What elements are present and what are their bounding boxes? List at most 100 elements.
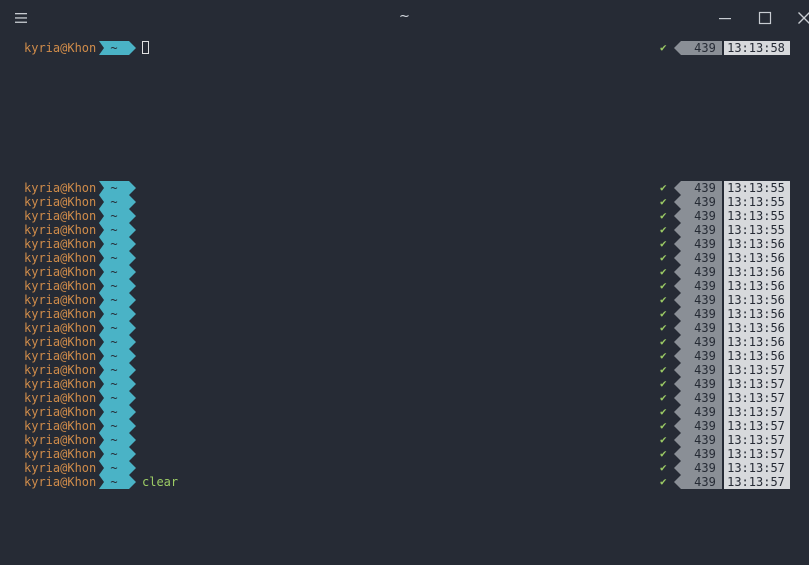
- prompt-dir: ~: [110, 335, 118, 349]
- prompt-user: kyria@Khon: [24, 349, 97, 363]
- prompt-dir: ~: [110, 41, 118, 55]
- status-check-icon: ✔: [660, 251, 667, 264]
- status-check-icon: ✔: [660, 237, 667, 250]
- history-number: 439: [694, 377, 716, 391]
- history-number: 439: [694, 447, 716, 461]
- prompt-user: kyria@Khon: [24, 321, 97, 335]
- history-number: 439: [694, 293, 716, 307]
- status-check-icon: ✔: [660, 335, 667, 348]
- history-line: kyria@Khon ~ ✔ 439 13:13:57: [0, 405, 809, 419]
- prompt-user: kyria@Khon: [24, 475, 97, 489]
- prompt-dir: ~: [110, 307, 118, 321]
- line-time: 13:13:57: [727, 377, 785, 391]
- prompt-dir: ~: [110, 419, 118, 433]
- maximize-icon[interactable]: [758, 11, 772, 25]
- history-number: 439: [694, 349, 716, 363]
- line-time: 13:13:56: [727, 237, 785, 251]
- line-time: 13:13:57: [727, 363, 785, 377]
- prompt-dir: ~: [110, 349, 118, 363]
- prompt-dir: ~: [110, 251, 118, 265]
- prompt-user: kyria@Khon: [24, 447, 97, 461]
- line-time: 13:13:57: [727, 419, 785, 433]
- history-line: kyria@Khon ~ ✔ 439 13:13:57: [0, 447, 809, 461]
- prompt-dir: ~: [110, 377, 118, 391]
- status-check-icon: ✔: [660, 419, 667, 432]
- history-line: kyria@Khon ~ ✔ 439 13:13:55: [0, 195, 809, 209]
- prompt-user: kyria@Khon: [24, 181, 97, 195]
- status-check-icon: ✔: [660, 293, 667, 306]
- prompt-user: kyria@Khon: [24, 307, 97, 321]
- line-time: 13:13:56: [727, 349, 785, 363]
- prompt-user: kyria@Khon: [24, 209, 97, 223]
- line-time: 13:13:55: [727, 209, 785, 223]
- prompt-user: kyria@Khon: [24, 279, 97, 293]
- command-text: clear: [142, 475, 179, 489]
- line-time: 13:13:57: [727, 447, 785, 461]
- status-check-icon: ✔: [660, 307, 667, 320]
- line-time: 13:13:56: [727, 265, 785, 279]
- prompt-dir: ~: [110, 237, 118, 251]
- history-number: 439: [694, 321, 716, 335]
- history-number: 439: [694, 433, 716, 447]
- prompt-user: kyria@Khon: [24, 265, 97, 279]
- prompt-dir: ~: [110, 209, 118, 223]
- history-line: kyria@Khon ~ ✔ 439 13:13:56: [0, 265, 809, 279]
- line-time: 13:13:55: [727, 181, 785, 195]
- history-line: kyria@Khon ~ ✔ 439 13:13:55: [0, 209, 809, 223]
- history-number: 439: [694, 363, 716, 377]
- status-check-icon: ✔: [660, 447, 667, 460]
- prompt-dir: ~: [110, 279, 118, 293]
- history-line: kyria@Khon ~ ✔ 439 13:13:55: [0, 181, 809, 195]
- history-number: 439: [694, 475, 716, 489]
- prompt-dir: ~: [110, 475, 118, 489]
- history-line: kyria@Khon ~ ✔ 439 13:13:57: [0, 391, 809, 405]
- line-time: 13:13:56: [727, 335, 785, 349]
- history-line: kyria@Khon ~ ✔ 439 13:13:57: [0, 419, 809, 433]
- prompt-user: kyria@Khon: [24, 433, 97, 447]
- line-time: 13:13:57: [727, 391, 785, 405]
- prompt-dir: ~: [110, 181, 118, 195]
- line-time: 13:13:57: [727, 475, 785, 489]
- history-number: 439: [694, 335, 716, 349]
- minimize-icon[interactable]: [718, 11, 732, 25]
- history-line: kyria@Khon ~ ✔ 439 13:13:56: [0, 251, 809, 265]
- history-number: 439: [694, 391, 716, 405]
- line-time: 13:13:56: [727, 321, 785, 335]
- prompt-user: kyria@Khon: [24, 237, 97, 251]
- history-line: kyria@Khon ~ ✔ 439 13:13:57: [0, 433, 809, 447]
- prompt-user: kyria@Khon: [24, 293, 97, 307]
- window-title: ~: [399, 9, 410, 24]
- history-line: kyria@Khon ~ ✔ 439 13:13:56: [0, 321, 809, 335]
- prompt-dir: ~: [110, 223, 118, 237]
- prompt-dir: ~: [110, 363, 118, 377]
- history-number: 439: [694, 209, 716, 223]
- history-number: 439: [694, 195, 716, 209]
- status-check-icon: ✔: [660, 377, 667, 390]
- history-line: kyria@Khon ~ ✔ 439 13:13:56: [0, 335, 809, 349]
- history-number: 439: [694, 181, 716, 195]
- line-time: 13:13:57: [727, 461, 785, 475]
- prompt-user: kyria@Khon: [24, 377, 97, 391]
- history-number: 439: [694, 41, 716, 55]
- line-time: 13:13:56: [727, 307, 785, 321]
- history-line: kyria@Khon ~ ✔ 439 13:13:57: [0, 377, 809, 391]
- history-line: kyria@Khon ~ ✔ 439 13:13:56: [0, 279, 809, 293]
- history-number: 439: [694, 279, 716, 293]
- line-time: 13:13:57: [727, 433, 785, 447]
- prompt-time: 13:13:58: [727, 41, 785, 55]
- prompt-dir: ~: [110, 321, 118, 335]
- status-check-icon: ✔: [660, 181, 667, 194]
- history-number: 439: [694, 223, 716, 237]
- prompt-user: kyria@Khon: [24, 251, 97, 265]
- terminal-output[interactable]: kyria@Khon ~ ✔ 439 13:13:58 kyria@Khon ~: [0, 40, 809, 565]
- line-time: 13:13:55: [727, 195, 785, 209]
- history-line: kyria@Khon ~ ✔ 439 13:13:56: [0, 293, 809, 307]
- history-line: kyria@Khon ~ clear ✔ 439 13:13:57: [0, 475, 809, 489]
- prompt-dir: ~: [110, 265, 118, 279]
- history-number: 439: [694, 251, 716, 265]
- history-number: 439: [694, 265, 716, 279]
- close-icon[interactable]: [797, 11, 809, 25]
- status-check-icon: ✔: [660, 279, 667, 292]
- prompt-dir: ~: [110, 447, 118, 461]
- prompt-user: kyria@Khon: [24, 335, 97, 349]
